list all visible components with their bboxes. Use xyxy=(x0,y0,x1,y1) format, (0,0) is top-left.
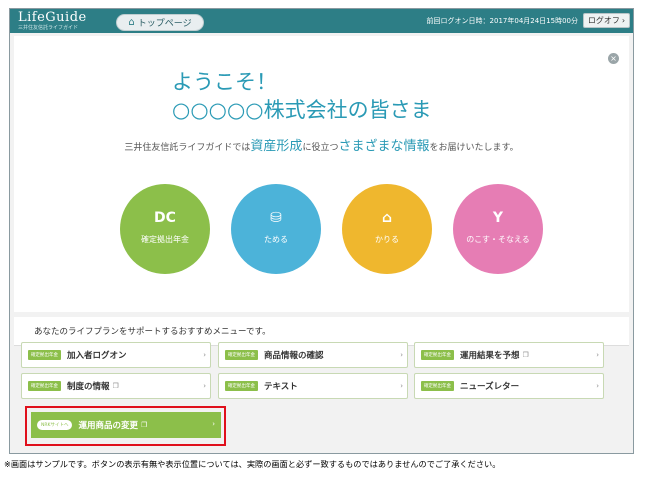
menu-tag: 確定拠出年金 xyxy=(225,381,258,391)
close-icon[interactable]: × xyxy=(608,53,619,64)
home-tab[interactable]: ⌂ トップページ xyxy=(116,14,204,31)
chevron-right-icon: › xyxy=(203,382,206,390)
logo: LifeGuide xyxy=(18,10,87,25)
menu-label: 加入者ログオン xyxy=(67,351,127,361)
menu-label: 商品情報の確認 xyxy=(264,351,324,361)
menu-label: テキスト xyxy=(264,382,298,392)
logout-label: ログオフ xyxy=(587,16,620,25)
sprout-icon: Y xyxy=(492,210,504,226)
home-tab-label: トップページ xyxy=(137,19,192,29)
house-icon: ⌂ xyxy=(381,210,393,226)
last-login-time: 前回ログオン日時：2017年04月24日15時00分 xyxy=(426,17,578,25)
chevron-right-icon: › xyxy=(596,351,599,359)
coins-icon: ⛁ xyxy=(270,210,282,226)
dc-icon: DC xyxy=(154,210,176,226)
menu-label: 運用結果を予想 xyxy=(460,351,520,361)
menu-tag: 確定拠出年金 xyxy=(421,381,454,391)
chevron-right-icon: › xyxy=(203,351,206,359)
logo-subtitle: 三井住友信託ライフガイド xyxy=(18,25,79,31)
category-label: ためる xyxy=(264,235,288,244)
company-greeting: ○○○○○株式会社の皆さま xyxy=(172,98,432,122)
chevron-right-icon: › xyxy=(596,382,599,390)
menu-tag: 確定拠出年金 xyxy=(225,350,258,360)
menu-label: ニューズレター xyxy=(460,382,520,392)
category-dc-button[interactable]: DC 確定拠出年金 xyxy=(120,184,210,274)
menu-product-info-button[interactable]: 確定拠出年金 商品情報の確認 › xyxy=(218,342,408,368)
menu-text-button[interactable]: 確定拠出年金 テキスト › xyxy=(218,373,408,399)
category-label: 確定拠出年金 xyxy=(141,235,189,244)
menu-label: 運用商品の変更 xyxy=(78,421,138,431)
recommend-title: あなたのライフプランをサポートするおすすめメニューです。 xyxy=(34,327,271,337)
chevron-right-icon: › xyxy=(400,351,403,359)
home-icon: ⌂ xyxy=(128,16,135,28)
category-borrow-button[interactable]: ⌂ かりる xyxy=(342,184,432,274)
disclaimer-note: ※画面はサンプルです。ボタンの表示有無や表示位置については、実際の画面と必ずー致… xyxy=(4,459,501,469)
tagline: 三井住友信託ライフガイドでは資産形成に役立つさまざまな情報をお届けいたします。 xyxy=(14,135,629,154)
chevron-right-icon: › xyxy=(400,382,403,390)
category-leave-prepare-button[interactable]: Y のこす・そなえる xyxy=(453,184,543,274)
external-link-icon: ❐ xyxy=(522,351,529,359)
menu-tag: 確定拠出年金 xyxy=(421,350,454,360)
menu-change-products-button[interactable]: NRKサイトへ 運用商品の変更 ❐ › xyxy=(31,412,221,438)
welcome-panel: × ようこそ！ ○○○○○株式会社の皆さま 三井住友信託ライフガイドでは資産形成… xyxy=(14,36,629,312)
external-link-icon: ❐ xyxy=(140,421,148,429)
chevron-right-icon: › xyxy=(212,420,215,428)
tagline-post: をお届けいたします。 xyxy=(429,143,519,153)
chevron-right-icon: › xyxy=(621,16,626,25)
category-label: かりる xyxy=(375,235,399,244)
menu-tag: 確定拠出年金 xyxy=(28,350,61,360)
menu-member-login-button[interactable]: 確定拠出年金 加入者ログオン › xyxy=(21,342,211,368)
menu-newsletter-button[interactable]: 確定拠出年金 ニューズレター › xyxy=(414,373,604,399)
menu-forecast-button[interactable]: 確定拠出年金 運用結果を予想 ❐ › xyxy=(414,342,604,368)
category-label: のこす・そなえる xyxy=(466,235,530,244)
tagline-pre: 三井住友信託ライフガイドでは xyxy=(124,143,251,153)
menu-tag: 確定拠出年金 xyxy=(28,381,61,391)
top-bar: LifeGuide 三井住友信託ライフガイド ⌂ トップページ 前回ログオン日時… xyxy=(10,9,633,33)
category-save-button[interactable]: ⛁ ためる xyxy=(231,184,321,274)
logout-button[interactable]: ログオフ › xyxy=(583,13,630,28)
menu-label: 制度の情報 xyxy=(67,382,110,392)
tagline-emphasis-2: さまざまな情報 xyxy=(338,139,430,154)
menu-system-info-button[interactable]: 確定拠出年金 制度の情報 ❐ › xyxy=(21,373,211,399)
external-link-icon: ❐ xyxy=(112,382,119,390)
tagline-emphasis-1: 資産形成 xyxy=(250,139,303,154)
welcome-heading: ようこそ！ xyxy=(172,70,277,94)
tagline-mid: に役立つ xyxy=(302,143,339,153)
nrk-site-tag: NRKサイトへ xyxy=(37,420,73,430)
